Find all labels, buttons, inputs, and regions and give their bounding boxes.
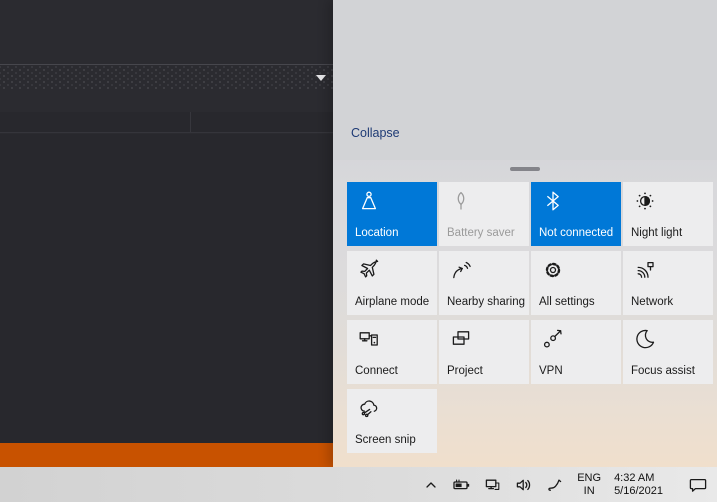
bluetooth-icon bbox=[541, 189, 565, 213]
app-window bbox=[0, 0, 333, 467]
language-line1: ENG bbox=[577, 471, 602, 484]
tile-label: Network bbox=[631, 296, 674, 308]
vpn-icon bbox=[541, 327, 565, 351]
tile-label: Battery saver bbox=[447, 227, 515, 239]
quick-action-nearby-sharing[interactable]: Nearby sharing bbox=[439, 251, 529, 315]
collapse-link[interactable]: Collapse bbox=[351, 126, 400, 140]
app-canvas bbox=[0, 134, 333, 443]
pen-icon[interactable] bbox=[544, 474, 566, 496]
divider bbox=[190, 112, 191, 132]
tile-label: Connect bbox=[355, 365, 398, 377]
app-header-band bbox=[0, 112, 333, 133]
tile-label: Project bbox=[447, 365, 483, 377]
quick-action-location[interactable]: Location bbox=[347, 182, 437, 246]
quick-action-project[interactable]: Project bbox=[439, 320, 529, 384]
airplane-icon bbox=[357, 258, 381, 282]
quick-action-night-light[interactable]: Night light bbox=[623, 182, 713, 246]
tile-label: Nearby sharing bbox=[447, 296, 525, 308]
network-tray-icon[interactable] bbox=[482, 474, 504, 496]
tile-label: Screen snip bbox=[355, 434, 416, 446]
quick-action-vpn[interactable]: VPN bbox=[531, 320, 621, 384]
quick-action-connect[interactable]: Connect bbox=[347, 320, 437, 384]
quick-action-all-settings[interactable]: All settings bbox=[531, 251, 621, 315]
nearby-sharing-icon bbox=[449, 258, 473, 282]
night-light-icon bbox=[633, 189, 657, 213]
action-center-panel: Collapse Location Battery saver Not connec… bbox=[333, 0, 717, 467]
clock[interactable]: 4:32 AM 5/16/2021 bbox=[612, 472, 665, 498]
clock-date: 5/16/2021 bbox=[614, 484, 663, 497]
tile-label: Night light bbox=[631, 227, 683, 239]
language-line2: IN bbox=[583, 484, 595, 497]
screen-snip-icon bbox=[357, 396, 381, 420]
action-center-empty-area: Collapse bbox=[333, 0, 717, 160]
app-ribbon-strip bbox=[0, 66, 333, 90]
volume-icon[interactable] bbox=[513, 474, 535, 496]
tile-label: Airplane mode bbox=[355, 296, 430, 308]
system-tray: ENG IN 4:32 AM 5/16/2021 bbox=[420, 467, 717, 502]
connect-icon bbox=[357, 327, 381, 351]
chevron-up-icon[interactable] bbox=[420, 474, 442, 496]
action-center-icon[interactable] bbox=[687, 474, 709, 496]
clock-time: 4:32 AM bbox=[614, 471, 655, 484]
tile-label: Location bbox=[355, 227, 399, 239]
quick-actions-grid: Location Battery saver Not connected Night … bbox=[347, 182, 713, 453]
screen: Collapse Location Battery saver Not connec… bbox=[0, 0, 717, 502]
taskbar: ENG IN 4:32 AM 5/16/2021 bbox=[0, 467, 717, 502]
quick-action-screen-snip[interactable]: Screen snip bbox=[347, 389, 437, 453]
focus-assist-icon bbox=[633, 327, 657, 351]
app-titlebar-area bbox=[0, 0, 333, 65]
ribbon-dropdown-icon[interactable] bbox=[316, 75, 326, 81]
quick-action-not-connected[interactable]: Not connected bbox=[531, 182, 621, 246]
quick-action-airplane-mode[interactable]: Airplane mode bbox=[347, 251, 437, 315]
quick-action-focus-assist[interactable]: Focus assist bbox=[623, 320, 713, 384]
quick-action-battery-saver[interactable]: Battery saver bbox=[439, 182, 529, 246]
tile-label: All settings bbox=[539, 296, 595, 308]
quick-action-network[interactable]: Network bbox=[623, 251, 713, 315]
battery-saver-icon bbox=[449, 189, 473, 213]
drag-handle[interactable] bbox=[510, 167, 540, 171]
battery-icon[interactable] bbox=[451, 474, 473, 496]
tile-label: Not connected bbox=[539, 227, 614, 239]
settings-gear-icon bbox=[541, 258, 565, 282]
tile-label: VPN bbox=[539, 365, 563, 377]
tile-label: Focus assist bbox=[631, 365, 695, 377]
app-statusbar bbox=[0, 443, 333, 467]
project-icon bbox=[449, 327, 473, 351]
language-indicator[interactable]: ENG IN bbox=[575, 472, 603, 498]
location-icon bbox=[357, 189, 381, 213]
network-icon bbox=[633, 258, 657, 282]
